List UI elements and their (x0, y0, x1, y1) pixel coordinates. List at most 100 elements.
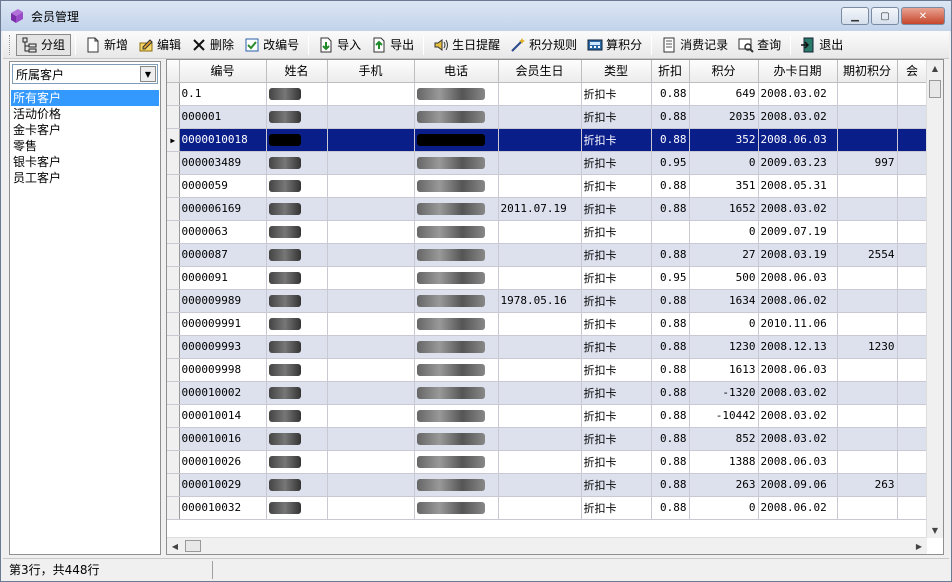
cell-birthday[interactable] (498, 220, 582, 244)
cell-mobile[interactable] (327, 151, 415, 175)
cell-initial-points[interactable] (837, 450, 898, 474)
cell-points[interactable]: 1230 (689, 335, 759, 359)
cell-initial-points[interactable] (837, 358, 898, 382)
cell-card-date[interactable]: 2008.09.06 (758, 473, 838, 497)
cell-birthday[interactable] (498, 266, 582, 290)
cell-birthday[interactable] (498, 243, 582, 267)
cell-phone[interactable] (414, 358, 499, 382)
horizontal-scroll-thumb[interactable] (185, 540, 201, 552)
cell-discount[interactable]: 0.95 (651, 266, 690, 290)
cell-type[interactable]: 折扣卡 (581, 381, 652, 405)
table-row[interactable]: 0000087 折扣卡 0.88 27 2008.03.19 2554 (167, 243, 928, 267)
cell-discount[interactable] (651, 220, 690, 244)
cell-discount[interactable]: 0.88 (651, 197, 690, 221)
cell-type[interactable]: 折扣卡 (581, 335, 652, 359)
cell-birthday[interactable] (498, 82, 582, 106)
column-header-truncated[interactable]: 会 (897, 60, 928, 83)
scroll-right-icon[interactable]: ▶ (911, 538, 927, 554)
consume-record-button[interactable]: 消费记录 (656, 34, 733, 56)
cell-name[interactable] (266, 197, 328, 221)
cell-extra[interactable] (897, 335, 928, 359)
cell-initial-points[interactable]: 2554 (837, 243, 898, 267)
cell-id[interactable]: 000010016 (179, 427, 267, 451)
table-row[interactable]: 000010002 折扣卡 0.88 -1320 2008.03.02 (167, 381, 928, 405)
cell-name[interactable] (266, 266, 328, 290)
cell-name[interactable] (266, 128, 328, 152)
cell-discount[interactable]: 0.88 (651, 105, 690, 129)
cell-extra[interactable] (897, 358, 928, 382)
cell-birthday[interactable] (498, 473, 582, 497)
row-indicator[interactable] (167, 82, 180, 106)
cell-points[interactable]: 2035 (689, 105, 759, 129)
cell-discount[interactable]: 0.95 (651, 151, 690, 175)
cell-points[interactable]: 1388 (689, 450, 759, 474)
column-header-initial-points[interactable]: 期初积分 (837, 60, 898, 83)
cell-points[interactable]: 500 (689, 266, 759, 290)
cell-id[interactable]: 0000063 (179, 220, 267, 244)
cell-type[interactable]: 折扣卡 (581, 473, 652, 497)
table-row[interactable]: 000010029 折扣卡 0.88 263 2008.09.06 263 (167, 473, 928, 497)
cell-birthday[interactable] (498, 381, 582, 405)
cell-mobile[interactable] (327, 427, 415, 451)
birthday-reminder-button[interactable]: 生日提醒 (428, 34, 505, 56)
table-row[interactable]: 000010026 折扣卡 0.88 1388 2008.06.03 (167, 450, 928, 474)
column-header-id[interactable]: 编号 (179, 60, 267, 83)
table-row[interactable]: 000009993 折扣卡 0.88 1230 2008.12.13 1230 (167, 335, 928, 359)
cell-mobile[interactable] (327, 289, 415, 313)
cell-id[interactable]: 000006169 (179, 197, 267, 221)
cell-mobile[interactable] (327, 496, 415, 520)
row-indicator[interactable] (167, 404, 180, 428)
cell-points[interactable]: 352 (689, 128, 759, 152)
cell-type[interactable]: 折扣卡 (581, 151, 652, 175)
cell-birthday[interactable] (498, 312, 582, 336)
cell-points[interactable]: 263 (689, 473, 759, 497)
cell-card-date[interactable]: 2008.03.19 (758, 243, 838, 267)
cell-type[interactable]: 折扣卡 (581, 128, 652, 152)
table-row[interactable]: ▶ 0000010018 折扣卡 0.88 352 2008.06.03 (167, 128, 928, 152)
cell-type[interactable]: 折扣卡 (581, 266, 652, 290)
cell-type[interactable]: 折扣卡 (581, 358, 652, 382)
cell-card-date[interactable]: 2008.06.03 (758, 266, 838, 290)
cell-card-date[interactable]: 2008.03.02 (758, 105, 838, 129)
cell-extra[interactable] (897, 220, 928, 244)
cell-birthday[interactable]: 2011.07.19 (498, 197, 582, 221)
cell-extra[interactable] (897, 82, 928, 106)
cell-mobile[interactable] (327, 128, 415, 152)
cell-birthday[interactable] (498, 128, 582, 152)
cell-discount[interactable]: 0.88 (651, 174, 690, 198)
cell-extra[interactable] (897, 312, 928, 336)
cell-points[interactable]: -1320 (689, 381, 759, 405)
cell-points[interactable]: 1634 (689, 289, 759, 313)
cell-extra[interactable] (897, 128, 928, 152)
cell-points[interactable]: -10442 (689, 404, 759, 428)
cell-card-date[interactable]: 2008.03.02 (758, 404, 838, 428)
cell-birthday[interactable] (498, 151, 582, 175)
cell-id[interactable]: 000009993 (179, 335, 267, 359)
cell-mobile[interactable] (327, 404, 415, 428)
calc-points-button[interactable]: 算积分 (582, 34, 647, 56)
cell-extra[interactable] (897, 243, 928, 267)
cell-id[interactable]: 000010032 (179, 496, 267, 520)
cell-discount[interactable]: 0.88 (651, 381, 690, 405)
row-indicator[interactable] (167, 151, 180, 175)
cell-name[interactable] (266, 82, 328, 106)
cell-points[interactable]: 351 (689, 174, 759, 198)
column-header-type[interactable]: 类型 (581, 60, 652, 83)
cell-birthday[interactable] (498, 450, 582, 474)
table-row[interactable]: 000010016 折扣卡 0.88 852 2008.03.02 (167, 427, 928, 451)
cell-initial-points[interactable] (837, 197, 898, 221)
cell-mobile[interactable] (327, 220, 415, 244)
cell-phone[interactable] (414, 197, 499, 221)
column-header-mobile[interactable]: 手机 (327, 60, 415, 83)
table-row[interactable]: 000006169 2011.07.19 折扣卡 0.88 1652 2008.03.02 (167, 197, 928, 221)
group-item-all[interactable]: 所有客户 (11, 90, 159, 106)
cell-card-date[interactable]: 2008.06.03 (758, 128, 838, 152)
cell-initial-points[interactable] (837, 312, 898, 336)
cell-phone[interactable] (414, 289, 499, 313)
cell-type[interactable]: 折扣卡 (581, 289, 652, 313)
column-header-points[interactable]: 积分 (689, 60, 759, 83)
row-indicator[interactable] (167, 105, 180, 129)
column-header-phone[interactable]: 电话 (414, 60, 499, 83)
cell-id[interactable]: 000010002 (179, 381, 267, 405)
cell-points[interactable]: 1613 (689, 358, 759, 382)
